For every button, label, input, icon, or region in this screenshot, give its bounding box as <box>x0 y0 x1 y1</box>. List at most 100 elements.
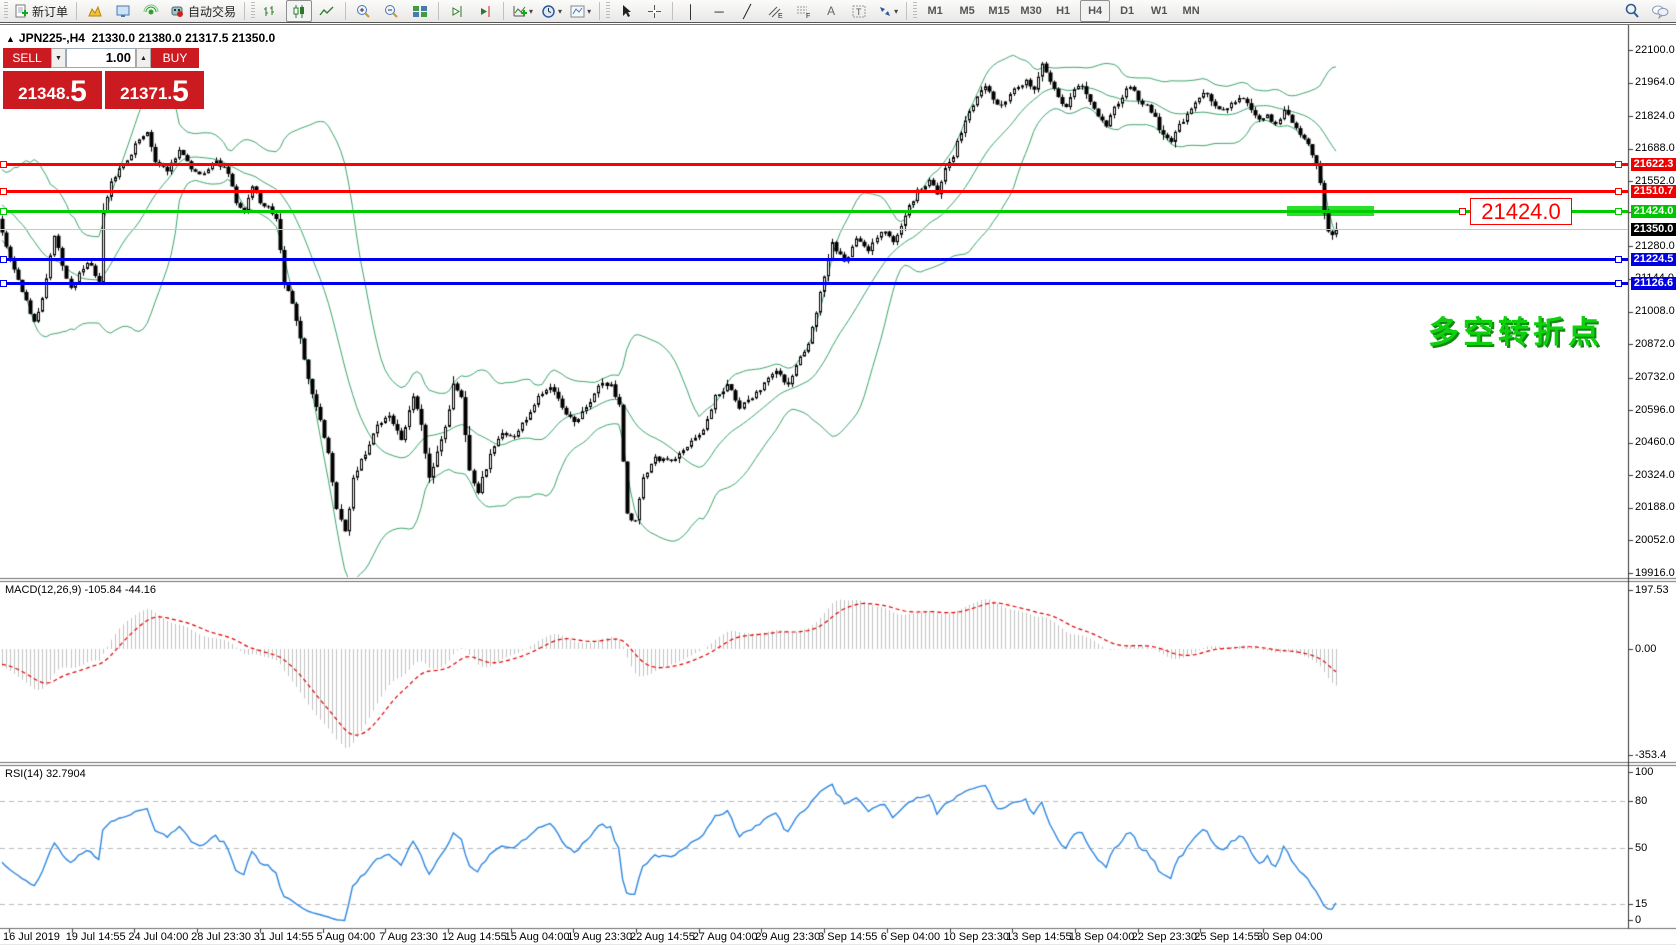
collapse-arrow-icon[interactable]: ▲ <box>6 34 15 44</box>
fibonacci-icon: F <box>795 4 811 19</box>
line-handle-right[interactable] <box>1615 161 1622 168</box>
svg-text:T: T <box>856 7 862 17</box>
line-handle-right[interactable] <box>1615 208 1622 215</box>
date-tick-label: 27 Aug 04:00 <box>693 931 758 943</box>
bar-chart-mode-button[interactable] <box>258 0 284 22</box>
horizontal-level-line[interactable] <box>0 163 1628 166</box>
toolbar-separator <box>244 2 245 20</box>
date-tick-label: 7 Aug 23:30 <box>379 931 438 943</box>
vertical-line-tool-button[interactable]: │ <box>678 0 704 22</box>
horizontal-level-line[interactable] <box>0 282 1628 285</box>
chart-area[interactable]: ▲ JPN225-,H4 21330.0 21380.0 21317.5 2135… <box>0 24 1676 945</box>
trendline-tool-button[interactable]: ╱ <box>734 0 760 22</box>
channel-tool-button[interactable]: E <box>762 0 788 22</box>
zoom-in-button[interactable] <box>351 0 377 22</box>
toolbar-grip <box>251 2 255 20</box>
cursor-tool-button[interactable] <box>613 0 639 22</box>
chat-button[interactable] <box>1647 0 1673 22</box>
line-chart-mode-button[interactable] <box>314 0 340 22</box>
volume-increase-stepper[interactable]: ▲ <box>136 48 151 68</box>
chart-title: ▲ JPN225-,H4 21330.0 21380.0 21317.5 2135… <box>6 31 275 45</box>
new-order-button[interactable]: 新订单 <box>11 0 71 22</box>
arrows-tool-button[interactable]: ▾ <box>874 0 901 22</box>
date-tick-label: 15 Aug 04:00 <box>505 931 570 943</box>
text-icon: A <box>827 5 835 18</box>
timeframe-button-m30[interactable]: M30 <box>1016 0 1046 22</box>
label-tool-button[interactable]: T <box>846 0 872 22</box>
chevron-down-icon: ▾ <box>894 7 898 16</box>
timeframe-button-w1[interactable]: W1 <box>1144 0 1174 22</box>
line-handle-right[interactable] <box>1615 280 1622 287</box>
periods-button[interactable]: ▾ <box>538 0 565 22</box>
sell-price-panel[interactable]: 21348.5 <box>3 71 102 109</box>
indicators-icon <box>512 4 528 19</box>
horizontal-level-line[interactable] <box>0 258 1628 261</box>
zoom-out-icon <box>384 4 400 19</box>
price-level-badge: 21126.6 <box>1631 277 1676 290</box>
cursor-icon <box>619 4 633 19</box>
timeframe-button-m15[interactable]: M15 <box>984 0 1014 22</box>
strategy-tester-button[interactable] <box>138 0 164 22</box>
chart-symbol-period: JPN225-,H4 <box>19 31 85 45</box>
vertical-line-icon: │ <box>687 5 695 18</box>
templates-button[interactable]: ▾ <box>567 0 594 22</box>
horizontal-line-tool-button[interactable]: ─ <box>706 0 732 22</box>
autotrading-button[interactable]: 自动交易 <box>166 0 239 22</box>
timeframe-button-h1[interactable]: H1 <box>1048 0 1078 22</box>
toolbar-separator <box>438 2 439 20</box>
toolbar-separator <box>503 2 504 20</box>
current-price-line[interactable] <box>0 229 1628 230</box>
buy-price-panel[interactable]: 21371.5 <box>105 71 204 109</box>
market-watch-button[interactable] <box>82 0 108 22</box>
toolbar-separator <box>672 2 673 20</box>
auto-scroll-icon <box>477 4 493 19</box>
new-order-icon <box>14 4 29 19</box>
line-handle-right[interactable] <box>1615 188 1622 195</box>
text-tool-button[interactable]: A <box>818 0 844 22</box>
sell-button[interactable]: SELL <box>3 48 51 68</box>
chart-ohlc-values: 21330.0 21380.0 21317.5 21350.0 <box>92 31 276 45</box>
svg-text:F: F <box>806 13 810 19</box>
date-tick-label: 13 Sep 14:55 <box>1006 931 1071 943</box>
chevron-down-icon: ▾ <box>587 7 591 16</box>
mt4-window: 新订单 自动交易 <box>0 0 1676 945</box>
volume-input[interactable]: 1.00 <box>66 48 136 68</box>
line-handle-left[interactable] <box>0 161 7 168</box>
line-handle-left[interactable] <box>0 256 7 263</box>
horizontal-level-line[interactable] <box>0 210 1628 213</box>
date-tick-label: 12 Aug 14:55 <box>442 931 507 943</box>
data-window-button[interactable] <box>110 0 136 22</box>
date-tick-label: 18 Sep 04:00 <box>1069 931 1134 943</box>
line-handle-right[interactable] <box>1615 256 1622 263</box>
data-window-icon <box>115 4 131 19</box>
line-handle-left[interactable] <box>0 188 7 195</box>
timeframe-button-d1[interactable]: D1 <box>1112 0 1142 22</box>
price-callout-label[interactable]: 21424.0 <box>1470 198 1572 225</box>
volume-decrease-stepper[interactable]: ▼ <box>51 48 66 68</box>
timeframe-button-h4[interactable]: H4 <box>1080 0 1110 22</box>
auto-scroll-button[interactable] <box>472 0 498 22</box>
timeframe-button-mn[interactable]: MN <box>1176 0 1206 22</box>
candlestick-mode-button[interactable] <box>286 0 312 22</box>
timeframe-button-m5[interactable]: M5 <box>952 0 982 22</box>
zoom-out-button[interactable] <box>379 0 405 22</box>
toolbar-grip <box>4 2 8 20</box>
chinese-annotation[interactable]: 多空转折点 <box>1428 307 1603 352</box>
horizontal-level-line[interactable] <box>0 190 1628 193</box>
buy-button[interactable]: BUY <box>151 48 199 68</box>
timeframe-button-m1[interactable]: M1 <box>920 0 950 22</box>
indicators-button[interactable]: ▾ <box>509 0 536 22</box>
new-order-label: 新订单 <box>32 3 68 20</box>
line-handle-left[interactable] <box>0 208 7 215</box>
price-level-badge: 21224.5 <box>1631 253 1676 266</box>
fibonacci-tool-button[interactable]: F <box>790 0 816 22</box>
search-button[interactable] <box>1619 0 1645 22</box>
signal-icon <box>143 4 159 19</box>
callout-anchor-marker[interactable] <box>1459 208 1466 215</box>
tile-windows-button[interactable] <box>407 0 433 22</box>
date-tick-label: 19 Aug 23:30 <box>567 931 632 943</box>
crosshair-tool-button[interactable] <box>641 0 667 22</box>
line-handle-left[interactable] <box>0 280 7 287</box>
chart-shift-button[interactable] <box>444 0 470 22</box>
bar-chart-icon <box>263 4 279 19</box>
